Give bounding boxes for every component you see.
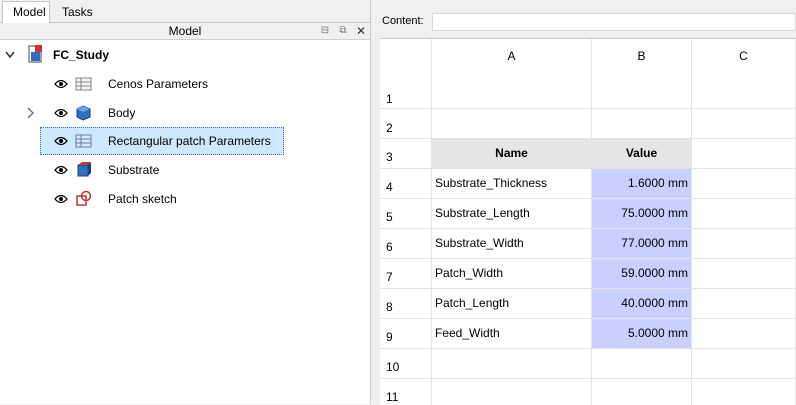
content-bar: Content: bbox=[380, 12, 796, 34]
tree-item-cenos-parameters[interactable]: Cenos Parameters bbox=[0, 71, 370, 97]
cell-a3[interactable]: Name bbox=[432, 139, 592, 169]
row-header-11[interactable]: 11 bbox=[380, 379, 432, 405]
cell-a6[interactable]: Substrate_Width bbox=[432, 229, 592, 259]
eye-icon[interactable] bbox=[54, 71, 68, 97]
spreadsheet-icon bbox=[75, 128, 92, 154]
column-header-c[interactable]: C bbox=[692, 39, 796, 109]
sketch-icon bbox=[75, 186, 92, 212]
cell-c9[interactable] bbox=[692, 319, 796, 349]
panel-title: Model bbox=[168, 24, 202, 38]
eye-icon[interactable] bbox=[54, 186, 68, 212]
tree-item-patch-sketch[interactable]: Patch sketch bbox=[0, 186, 370, 212]
cell-a8[interactable]: Patch_Length bbox=[432, 289, 592, 319]
cell-b9[interactable]: 5.0000 mm bbox=[592, 319, 692, 349]
cell-b2[interactable] bbox=[592, 109, 692, 139]
row-header-2[interactable]: 2 bbox=[380, 109, 432, 139]
cell-c2[interactable] bbox=[692, 109, 796, 139]
cell-a11[interactable] bbox=[432, 379, 592, 405]
cell-b10[interactable] bbox=[592, 349, 692, 379]
cell-a9[interactable]: Feed_Width bbox=[432, 319, 592, 349]
row-header-4[interactable]: 4 bbox=[380, 169, 432, 199]
tree-item-rectangular-patch-parameters[interactable]: Rectangular patch Parameters bbox=[0, 128, 370, 154]
tree-item-label: Patch sketch bbox=[108, 192, 177, 206]
column-header-a[interactable]: A bbox=[432, 39, 592, 109]
cell-c8[interactable] bbox=[692, 289, 796, 319]
cell-c6[interactable] bbox=[692, 229, 796, 259]
tree-item-substrate[interactable]: Substrate bbox=[0, 157, 370, 183]
spreadsheet-icon bbox=[75, 71, 92, 97]
box-icon bbox=[75, 157, 91, 183]
cell-b7[interactable]: 59.0000 mm bbox=[592, 259, 692, 289]
column-header-b[interactable]: B bbox=[592, 39, 692, 109]
eye-icon[interactable] bbox=[54, 100, 68, 126]
body-icon bbox=[75, 100, 91, 126]
tree-item-label: Substrate bbox=[108, 163, 160, 177]
cell-c5[interactable] bbox=[692, 199, 796, 229]
panel-header: Model ⊟ ⧉ ✕ bbox=[0, 23, 370, 40]
cell-b6[interactable]: 77.0000 mm bbox=[592, 229, 692, 259]
eye-icon[interactable] bbox=[54, 157, 68, 183]
tree-root[interactable]: FC_Study bbox=[0, 42, 370, 68]
cell-a2[interactable] bbox=[432, 109, 592, 139]
cell-c10[interactable] bbox=[692, 349, 796, 379]
content-input[interactable] bbox=[432, 13, 796, 31]
spreadsheet: A B C 1 2 3 4 5 6 7 8 9 10 11 Name Value… bbox=[380, 38, 796, 405]
row-header-5[interactable]: 5 bbox=[380, 199, 432, 229]
row-header-9[interactable]: 9 bbox=[380, 319, 432, 349]
cell-a10[interactable] bbox=[432, 349, 592, 379]
tab-model[interactable]: Model bbox=[2, 1, 50, 23]
tree-item-label: Cenos Parameters bbox=[108, 77, 209, 91]
row-header-8[interactable]: 8 bbox=[380, 289, 432, 319]
eye-icon[interactable] bbox=[54, 128, 68, 154]
cell-a5[interactable]: Substrate_Length bbox=[432, 199, 592, 229]
row-header-7[interactable]: 7 bbox=[380, 259, 432, 289]
collapse-icon[interactable]: ⊟ bbox=[318, 23, 332, 39]
tree-item-body[interactable]: Body bbox=[0, 100, 370, 126]
row-header-10[interactable]: 10 bbox=[380, 349, 432, 379]
float-icon[interactable]: ⧉ bbox=[336, 23, 350, 39]
cell-b4[interactable]: 1.6000 mm bbox=[592, 169, 692, 199]
content-label: Content: bbox=[382, 15, 424, 27]
cell-c7[interactable] bbox=[692, 259, 796, 289]
row-header-6[interactable]: 6 bbox=[380, 229, 432, 259]
cell-b5[interactable]: 75.0000 mm bbox=[592, 199, 692, 229]
tab-tasks[interactable]: Tasks bbox=[52, 2, 98, 22]
tab-bar: Model Tasks bbox=[0, 0, 370, 23]
row-header-3[interactable]: 3 bbox=[380, 139, 432, 169]
cell-a7[interactable]: Patch_Width bbox=[432, 259, 592, 289]
row-header-1[interactable]: 1 bbox=[380, 73, 432, 109]
cell-c4[interactable] bbox=[692, 169, 796, 199]
cell-b8[interactable]: 40.0000 mm bbox=[592, 289, 692, 319]
close-icon[interactable]: ✕ bbox=[354, 23, 368, 39]
cell-b3[interactable]: Value bbox=[592, 139, 692, 169]
cell-c11[interactable] bbox=[692, 379, 796, 405]
cell-c3[interactable] bbox=[692, 139, 796, 169]
model-panel: Model Tasks Model ⊟ ⧉ ✕ FC_Study Cenos P… bbox=[0, 0, 370, 404]
cell-a4[interactable]: Substrate_Thickness bbox=[432, 169, 592, 199]
tree-item-label: Body bbox=[108, 106, 136, 120]
document-icon bbox=[26, 42, 42, 68]
tree-item-label: Rectangular patch Parameters bbox=[108, 134, 271, 148]
tree-root-label: FC_Study bbox=[53, 48, 110, 62]
cell-b11[interactable] bbox=[592, 379, 692, 405]
